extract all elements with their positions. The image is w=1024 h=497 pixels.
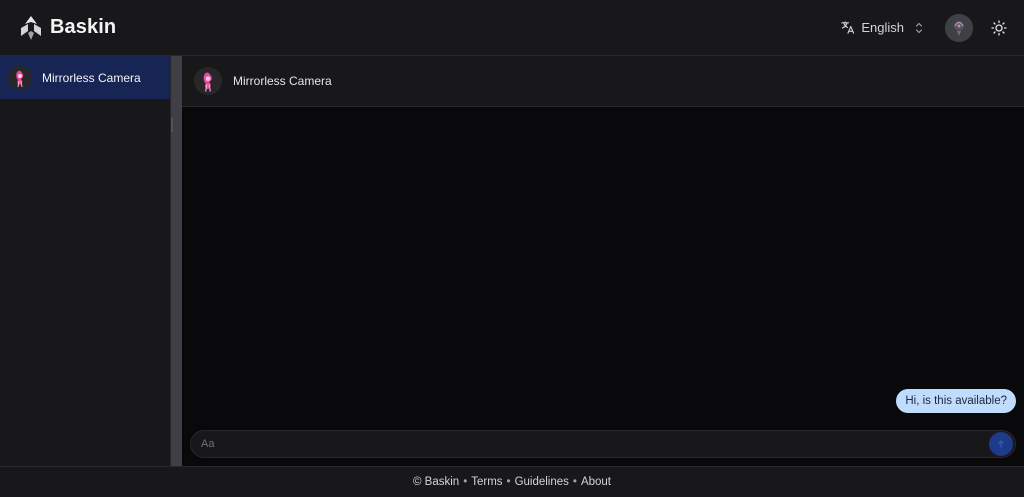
about-link[interactable]: About <box>581 476 611 488</box>
baskin-logo-icon <box>21 15 41 40</box>
separator: • <box>506 476 511 488</box>
theme-toggle-button[interactable] <box>990 19 1008 37</box>
brand-link[interactable]: Baskin <box>17 14 116 42</box>
chevron-up-down-icon <box>915 22 923 33</box>
footer: © Baskin • Terms • Guidelines • About <box>0 466 1024 497</box>
conversation-item[interactable]: Mirrorless Camera <box>0 56 170 99</box>
app: Baskin English Mirrorless Camera Mirrorl… <box>0 0 1024 497</box>
separator: • <box>463 476 468 488</box>
conversation-title: Mirrorless Camera <box>42 70 141 85</box>
chat-header: Mirrorless Camera <box>182 56 1024 107</box>
chat-title: Mirrorless Camera <box>233 74 332 88</box>
avatar-image <box>945 13 973 42</box>
panel-resize-handle[interactable] <box>170 56 182 466</box>
conversation-avatar <box>8 65 32 90</box>
language-selector[interactable]: English <box>840 20 925 35</box>
chat-panel: Mirrorless Camera Hi, is this available? <box>182 56 1024 466</box>
user-avatar[interactable] <box>945 13 973 42</box>
sun-icon <box>991 19 1007 36</box>
message-input[interactable] <box>201 438 989 450</box>
chat-avatar[interactable] <box>194 67 222 95</box>
brand-name: Baskin <box>50 16 117 38</box>
resize-grip <box>171 118 173 132</box>
send-arrow-icon <box>997 440 1005 448</box>
message-bubble: Hi, is this available? <box>896 389 1016 413</box>
language-label: English <box>861 20 904 35</box>
separator: • <box>572 476 577 488</box>
conversation-list: Mirrorless Camera <box>0 56 170 466</box>
copyright-text: © Baskin <box>413 476 460 488</box>
top-bar: Baskin English <box>0 0 1024 56</box>
message-composer <box>190 430 1016 458</box>
translate-icon <box>841 21 855 34</box>
product-thumbnail-icon <box>194 67 222 95</box>
send-button[interactable] <box>989 432 1013 456</box>
guidelines-link[interactable]: Guidelines <box>515 476 569 488</box>
terms-link[interactable]: Terms <box>471 476 502 488</box>
product-thumbnail-icon <box>8 65 32 90</box>
header-actions: English <box>840 13 1008 42</box>
